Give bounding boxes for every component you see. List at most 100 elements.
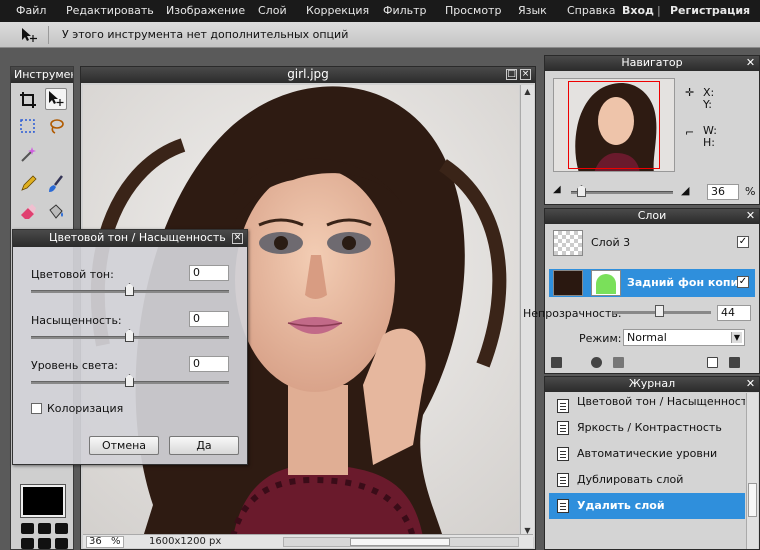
h-label: H:	[703, 136, 715, 149]
hue-slider-knob[interactable]	[125, 283, 134, 296]
chevron-down-icon[interactable]: ▼	[731, 332, 742, 343]
menu-image[interactable]: Изображение	[166, 4, 245, 17]
menu-edit[interactable]: Редактировать	[66, 4, 154, 17]
menu-filter[interactable]: Фильтр	[383, 4, 427, 17]
eraser-icon[interactable]	[17, 201, 39, 223]
history-scroll-thumb[interactable]	[748, 483, 757, 517]
layers-title-text: Слои	[637, 209, 667, 222]
lightness-slider-knob[interactable]	[125, 374, 134, 387]
cancel-button[interactable]: Отмена	[89, 436, 159, 455]
image-dimensions: 1600x1200 px	[149, 536, 222, 547]
move-icon[interactable]	[45, 88, 67, 110]
blend-mode-select[interactable]: Normal ▼	[623, 329, 745, 346]
history-item[interactable]: Автоматические уровни	[549, 441, 745, 467]
horizontal-scroll-thumb[interactable]	[350, 538, 450, 546]
zoom-slider[interactable]	[571, 191, 673, 194]
menu-bar: Файл Редактировать Изображение Слой Корр…	[0, 0, 760, 22]
zoom-slider-knob[interactable]	[577, 185, 586, 197]
layer-visibility-checkbox[interactable]: ✓	[737, 276, 749, 288]
close-icon[interactable]: ×	[520, 69, 531, 80]
history-item-label: Яркость / Контрастность	[577, 421, 722, 434]
layer-effects-icon[interactable]	[613, 357, 624, 368]
lightness-input[interactable]: 0	[189, 356, 229, 372]
history-panel: Журнал ✕ Цветовой тон / Насыщенность Ярк…	[544, 376, 760, 550]
dialog-title: Цветовой тон / Насыщенность	[49, 231, 226, 244]
mode-label: Режим:	[579, 332, 622, 345]
marquee-icon[interactable]	[17, 115, 39, 137]
bucket-icon[interactable]	[45, 201, 67, 223]
navigator-title: Навигатор ✕	[545, 56, 759, 71]
maximize-icon[interactable]: □	[506, 69, 517, 80]
palette-icon-1[interactable]	[21, 523, 34, 534]
lasso-icon[interactable]	[45, 115, 67, 137]
delete-layer-icon[interactable]	[729, 357, 740, 368]
horizontal-scrollbar[interactable]	[283, 537, 519, 547]
image-status-bar: 36 % 1600x1200 px	[83, 534, 533, 548]
zoom-out-icon[interactable]: ◢	[553, 184, 561, 195]
layers-toolbar	[551, 355, 751, 371]
crop-icon[interactable]	[17, 89, 39, 111]
saturation-label: Насыщенность:	[31, 314, 122, 327]
navigator-view-rect[interactable]	[568, 81, 660, 169]
palette-icon-2[interactable]	[38, 523, 51, 534]
mask-shape	[596, 274, 616, 294]
menu-view[interactable]: Просмотр	[445, 4, 501, 17]
y-label: Y:	[703, 98, 712, 111]
colorize-checkbox[interactable]	[31, 403, 42, 414]
tools-panel-title: Инструменты	[11, 67, 73, 83]
saturation-slider-knob[interactable]	[125, 329, 134, 342]
layer-settings-icon[interactable]	[551, 357, 562, 368]
menu-language[interactable]: Язык	[518, 4, 547, 17]
foreground-color-swatch[interactable]	[21, 485, 65, 517]
menu-adjustment[interactable]: Коррекция	[306, 4, 369, 17]
menu-layer[interactable]: Слой	[258, 4, 287, 17]
history-step-icon	[557, 473, 569, 487]
layer-mask-thumbnail	[591, 270, 621, 296]
new-layer-icon[interactable]	[707, 357, 718, 368]
history-item-label: Дублировать слой	[577, 473, 684, 486]
opacity-input[interactable]: 44	[717, 305, 751, 321]
history-item-selected[interactable]: Удалить слой	[549, 493, 745, 519]
layer-thumbnail	[553, 230, 583, 256]
pencil-icon[interactable]	[17, 173, 39, 195]
magic-wand-icon[interactable]	[17, 143, 39, 165]
layer-visibility-checkbox[interactable]: ✓	[737, 236, 749, 248]
layer-row[interactable]: Слой 3 ✓	[549, 229, 755, 257]
layer-row-selected[interactable]: Задний фон копи ✓	[549, 269, 755, 297]
navigator-zoom-input[interactable]: 36	[707, 184, 739, 200]
opacity-slider-knob[interactable]	[655, 305, 664, 317]
layers-panel: Слои ✕ Слой 3 ✓ Задний фон копи ✓ Непроз…	[523, 208, 760, 374]
close-icon[interactable]: ✕	[232, 233, 243, 244]
zoom-unit: %	[111, 536, 121, 547]
history-step-icon	[557, 399, 569, 413]
palette-icon-5[interactable]	[38, 538, 51, 549]
palette-icon-4[interactable]	[21, 538, 34, 549]
zoom-in-icon[interactable]: ◢	[681, 184, 689, 197]
close-icon[interactable]: ✕	[745, 210, 756, 221]
dialog-titlebar: Цветовой тон / Насыщенность ✕	[13, 230, 247, 247]
ok-button[interactable]: Да	[169, 436, 239, 455]
hue-saturation-dialog: Цветовой тон / Насыщенность ✕ Цветовой т…	[12, 229, 248, 465]
history-item[interactable]: Дублировать слой	[549, 467, 745, 493]
history-item[interactable]: Яркость / Контрастность	[549, 415, 745, 441]
login-link[interactable]: Вход	[622, 4, 654, 17]
palette-icon-3[interactable]	[55, 523, 68, 534]
brush-icon[interactable]	[45, 173, 67, 195]
navigator-zoom-row: ◢ ◢ 36 %	[551, 182, 755, 202]
register-link[interactable]: Регистрация	[670, 4, 750, 17]
palette-icon-6[interactable]	[55, 538, 68, 549]
menu-help[interactable]: Справка	[567, 4, 615, 17]
history-step-icon	[557, 447, 569, 461]
close-icon[interactable]: ✕	[745, 378, 756, 389]
layer-mask-icon[interactable]	[591, 357, 602, 368]
close-icon[interactable]: ✕	[745, 57, 756, 68]
history-item-label: Автоматические уровни	[577, 447, 718, 460]
menu-file[interactable]: Файл	[16, 4, 46, 17]
saturation-input[interactable]: 0	[189, 311, 229, 327]
blend-mode-value: Normal	[627, 331, 667, 344]
history-scrollbar[interactable]	[746, 393, 758, 549]
navigator-thumbnail[interactable]	[553, 78, 675, 172]
scroll-up-icon[interactable]: ▲	[523, 87, 532, 96]
hue-label: Цветовой тон:	[31, 268, 114, 281]
hue-input[interactable]: 0	[189, 265, 229, 281]
